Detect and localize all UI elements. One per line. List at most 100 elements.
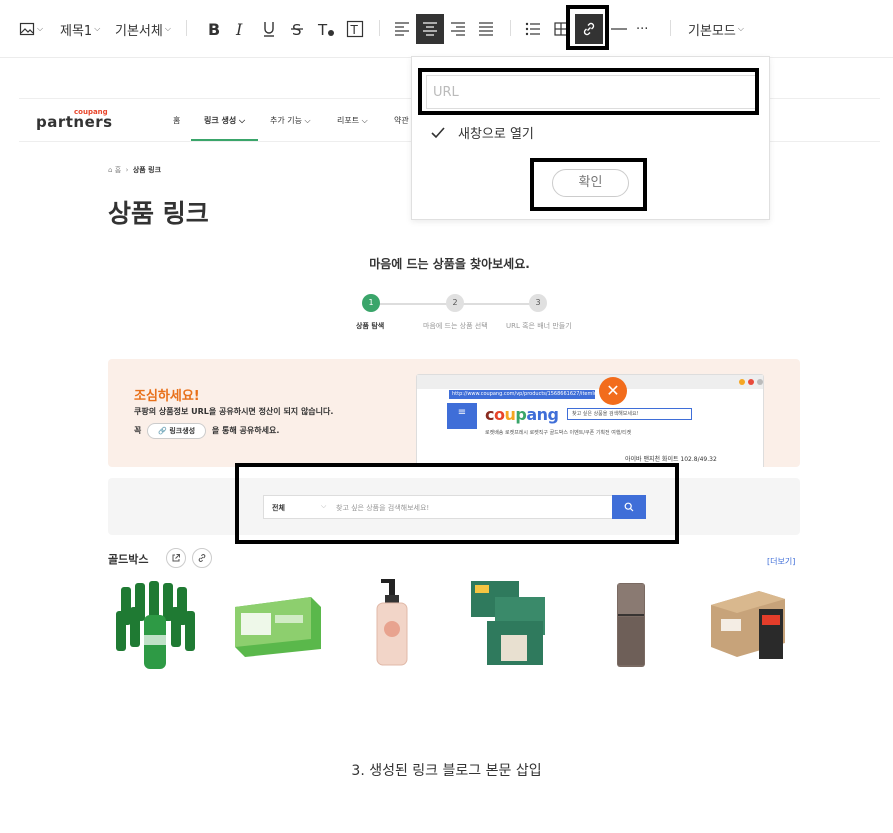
nav-item-extra[interactable]: 추가 기능 ⌵ <box>270 115 311 126</box>
new-window-checkbox[interactable] <box>430 125 446 141</box>
chevron-down-icon: ⌵ <box>37 24 44 33</box>
align-justify-button[interactable] <box>472 14 500 44</box>
toolbar-divider <box>670 20 671 36</box>
breadcrumb: ⌂ 홈 › 상품 링크 <box>108 166 162 174</box>
underline-button[interactable] <box>255 14 283 44</box>
text-background-button[interactable]: T <box>341 14 369 44</box>
caution-text-2: 꼭 🔗 링크생성 을 통해 공유하세요. <box>134 423 279 439</box>
product-pump-bottle[interactable] <box>349 577 439 671</box>
product-image <box>617 583 645 667</box>
align-right-button[interactable] <box>444 14 472 44</box>
link-icon <box>198 554 206 562</box>
nav-item-link-create[interactable]: 링크 생성 ⌵ <box>204 115 245 126</box>
page-title: 상품 링크 <box>108 199 209 228</box>
toolbar-divider <box>379 20 380 36</box>
svg-text:B: B <box>208 21 220 37</box>
nav-item-report[interactable]: 리포트 ⌵ <box>337 115 368 126</box>
share-button[interactable] <box>166 548 186 568</box>
italic-icon: I <box>235 21 243 37</box>
step-3: 3 <box>529 294 547 312</box>
mode-label: 기본모드 <box>688 23 736 39</box>
confirm-button-highlight <box>530 158 647 211</box>
step-2: 2 <box>446 294 464 312</box>
image-caption: 3. 생성된 링크 블로그 본문 삽입 <box>351 763 542 779</box>
product-drinks[interactable] <box>111 577 201 671</box>
browser-illustration: http://www.coupang.com/vp/products/15686… <box>416 374 764 467</box>
align-center-button[interactable] <box>416 14 444 44</box>
list-icon <box>525 22 540 36</box>
product-seaweed[interactable] <box>709 577 799 671</box>
step-1: 1 <box>362 294 380 312</box>
step-2-label: 마음에 드는 상품 선택 <box>423 322 488 330</box>
text-color-button[interactable]: T <box>312 14 340 44</box>
text-color-icon: T <box>317 21 334 38</box>
chevron-down-icon: ⌵ <box>737 24 744 33</box>
align-left-button[interactable] <box>388 14 416 44</box>
product-image <box>235 597 321 657</box>
underline-icon <box>264 22 274 37</box>
strikethrough-icon: S <box>291 21 303 38</box>
bold-icon: B <box>208 21 220 37</box>
coupang-logo: coupang <box>485 405 559 424</box>
align-justify-icon <box>479 22 493 36</box>
caution-text: 쿠팡의 상품정보 URL을 공유하시면 정산이 되지 않습니다. <box>134 407 334 416</box>
svg-text:T: T <box>350 23 359 37</box>
url-input-highlight <box>418 68 759 115</box>
text-background-icon: T <box>346 20 364 38</box>
italic-button[interactable]: I <box>227 14 255 44</box>
more-link[interactable]: [더보기] <box>767 556 795 567</box>
horizontal-line-button[interactable] <box>605 14 633 44</box>
svg-text:I: I <box>235 21 243 37</box>
search-highlight <box>235 463 679 544</box>
subtitle: 마음에 드는 상품을 찾아보세요. <box>369 257 530 271</box>
nav-active-underline <box>191 139 258 141</box>
product-supplement[interactable] <box>231 577 321 671</box>
chevron-down-icon: ⌵ <box>164 24 171 33</box>
home-icon: ⌂ <box>108 166 113 174</box>
product-image <box>711 591 785 659</box>
copy-link-button[interactable] <box>192 548 212 568</box>
product-image <box>471 581 545 665</box>
product-image <box>376 579 408 666</box>
new-window-option[interactable]: 새창으로 열기 <box>430 123 534 142</box>
step-3-label: URL 혹은 배너 만들기 <box>506 322 572 330</box>
step-1-label: 상품 탐색 <box>356 322 385 330</box>
nav-item-home[interactable]: 홈 <box>173 115 180 126</box>
image-button[interactable]: ⌵ <box>19 18 43 40</box>
link-create-pill: 🔗 링크생성 <box>147 423 207 439</box>
nav-item-terms[interactable]: 약관 <box>394 115 409 126</box>
partners-logo[interactable]: partners <box>36 113 113 131</box>
link-button-highlight <box>566 5 609 50</box>
new-window-label: 새창으로 열기 <box>458 127 534 142</box>
image-icon <box>19 22 35 36</box>
heading-label: 제목1 <box>60 23 93 39</box>
caution-title: 조심하세요! <box>134 389 200 404</box>
external-link-icon <box>172 554 180 562</box>
mode-dropdown[interactable]: 기본모드 ⌵ <box>688 18 744 40</box>
font-dropdown[interactable]: 기본서체 ⌵ <box>115 18 171 40</box>
goldbox-title: 골드박스 <box>108 553 149 566</box>
strikethrough-button[interactable]: S <box>283 14 311 44</box>
list-button[interactable] <box>519 14 547 44</box>
heading-dropdown[interactable]: 제목1 ⌵ <box>60 18 100 40</box>
bold-button[interactable]: B <box>200 14 228 44</box>
align-center-icon <box>423 22 437 36</box>
checkmark-icon <box>431 126 445 138</box>
chevron-down-icon: ⌵ <box>94 24 101 33</box>
more-icon: ··· <box>636 21 649 37</box>
menu-icon: ≡ <box>447 403 477 429</box>
product-pet-food[interactable] <box>465 577 555 671</box>
step-connector <box>379 303 455 305</box>
toolbar-divider <box>510 20 511 36</box>
close-x-icon: ✕ <box>599 377 627 405</box>
caution-banner: 조심하세요! 쿠팡의 상품정보 URL을 공유하시면 정산이 되지 않습니다. … <box>108 359 800 467</box>
browser-product: 아이바 맨지천 화이트 102.8/49.32 <box>625 456 717 463</box>
product-air-purifier[interactable] <box>585 577 675 671</box>
more-button[interactable]: ··· <box>636 18 648 40</box>
browser-categories: 로켓배송 로켓프레시 로켓직구 골드박스 이벤트/쿠폰 기획전 여행/티켓 <box>485 430 632 436</box>
editor-toolbar: ⌵ 제목1 ⌵ 기본서체 ⌵ B I S T T ··· 기본모드 ⌵ <box>0 0 893 58</box>
horizontal-line-icon <box>611 28 627 30</box>
product-image <box>116 581 195 669</box>
svg-text:T: T <box>317 21 328 38</box>
align-left-icon <box>395 22 409 36</box>
